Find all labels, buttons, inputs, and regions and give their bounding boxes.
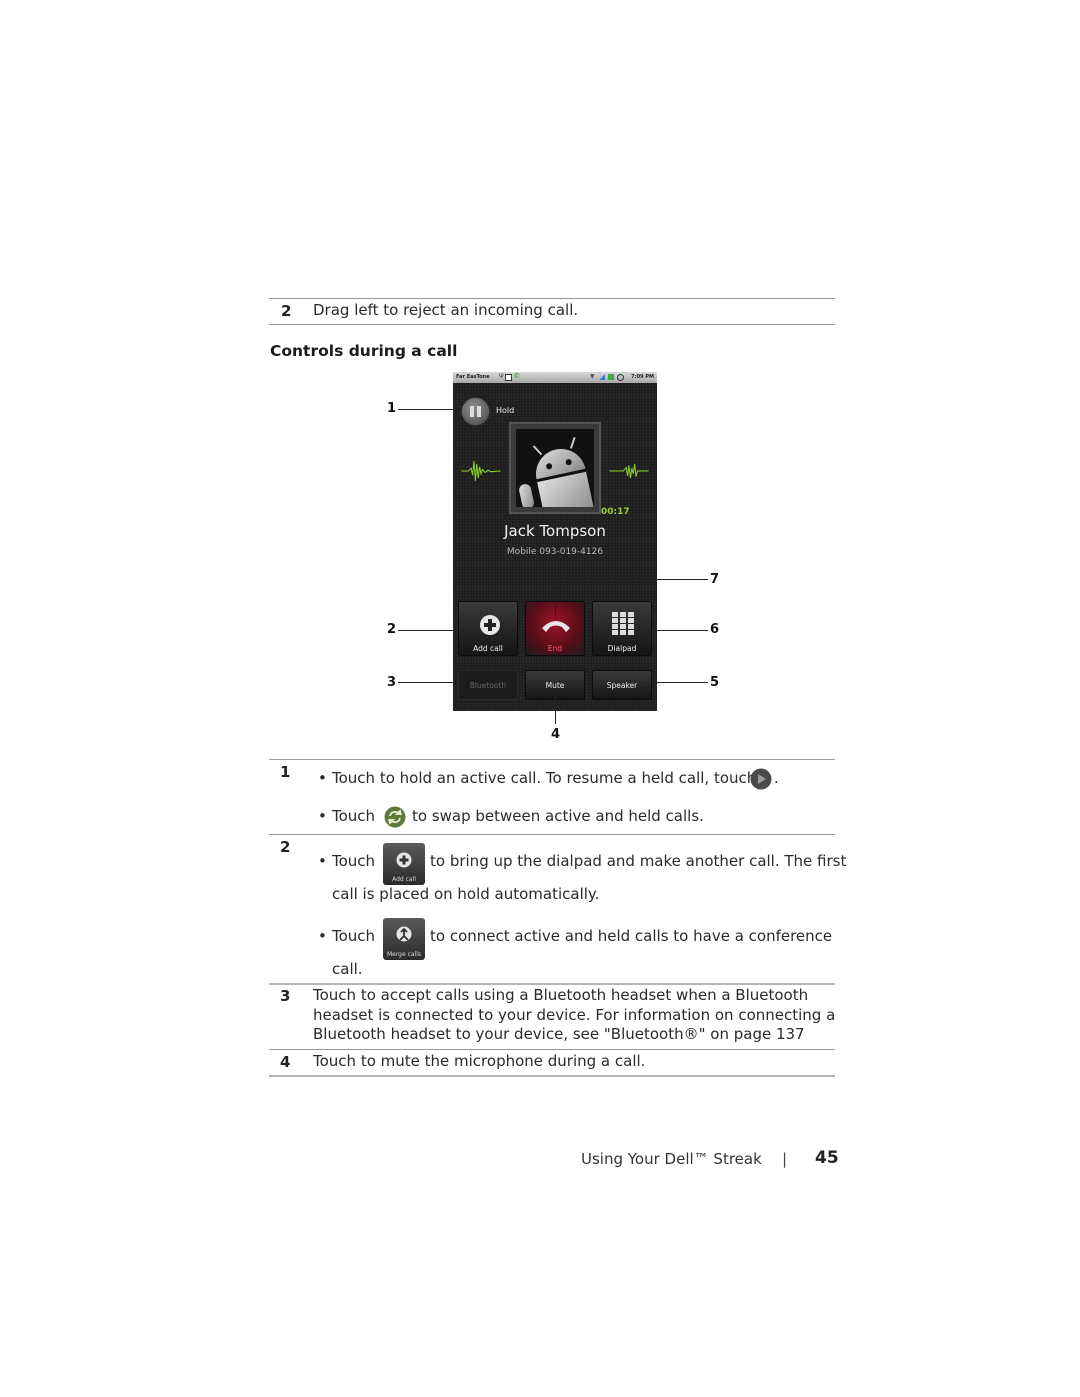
- row2-bullet1-cont: call is placed on hold automatically.: [332, 885, 600, 903]
- hold-button[interactable]: [461, 397, 490, 426]
- table-bottom-rule: [269, 324, 835, 325]
- row-number: 4: [280, 1053, 291, 1071]
- merge-calls-icon: Merge calls: [383, 918, 425, 960]
- add-call-label: Add call: [473, 644, 503, 653]
- end-label: End: [547, 644, 563, 653]
- wifi-icon: ▼: [590, 373, 595, 380]
- callout-5: 5: [710, 675, 720, 690]
- merge-calls-icon-label: Merge calls: [386, 951, 422, 958]
- section-heading: Controls during a call: [270, 342, 458, 360]
- table-rule: [269, 759, 835, 760]
- table-top-rule: [269, 298, 835, 299]
- add-call-icon-label: Add call: [392, 876, 416, 883]
- merge-icon: [396, 926, 412, 942]
- bullet: •: [318, 852, 327, 870]
- row-text: Drag left to reject an incoming call.: [313, 301, 579, 319]
- row1-bullet1-text: Touch to hold an active call. To resume …: [332, 769, 757, 787]
- call-icon: ✆: [514, 372, 520, 380]
- callout-6: 6: [710, 622, 720, 637]
- swap-calls-icon: [384, 806, 406, 828]
- android-robot-icon: [516, 429, 594, 507]
- row2-bullet1-post: to bring up the dialpad and make another…: [430, 852, 847, 870]
- bluetooth-button[interactable]: Bluetooth: [458, 670, 518, 700]
- row3-line1: Touch to accept calls using a Bluetooth …: [313, 986, 809, 1004]
- row2-bullet2-post: to connect active and held calls to have…: [430, 927, 833, 945]
- table-bottom-rule: [269, 1075, 835, 1077]
- callout-2: 2: [387, 622, 397, 637]
- row-number: 1: [280, 763, 291, 781]
- callout-line-4: [555, 692, 556, 724]
- callout-line-3: [398, 682, 466, 683]
- callout-7: 7: [710, 572, 720, 587]
- dialpad-button[interactable]: Dialpad: [592, 601, 652, 656]
- bluetooth-label: Bluetooth: [469, 681, 507, 690]
- bullet: •: [318, 807, 327, 825]
- mute-label: Mute: [545, 681, 565, 690]
- dialpad-icon: [612, 612, 634, 635]
- callout-4: 4: [551, 727, 561, 742]
- page-number: 45: [815, 1148, 839, 1168]
- row3-line2: headset is connected to your device. For…: [313, 1006, 836, 1024]
- add-call-icon: Add call: [383, 843, 425, 885]
- status-time: 7:09 PM: [631, 374, 654, 380]
- voice-waveform-right: [609, 463, 649, 479]
- row-number: 3: [280, 987, 291, 1005]
- callout-line-7-h: [555, 579, 708, 580]
- row-number: 2: [280, 838, 291, 856]
- row1-bullet2-pre: Touch: [332, 807, 376, 825]
- table-rule: [269, 983, 835, 985]
- row2-bullet1-pre: Touch: [332, 852, 376, 870]
- add-call-button[interactable]: Add call: [458, 601, 518, 656]
- row-number: 2: [281, 302, 292, 320]
- table-rule: [269, 834, 835, 835]
- speaker-button[interactable]: Speaker: [592, 670, 652, 700]
- row1-bullet2-post: to swap between active and held calls.: [412, 807, 704, 825]
- add-icon: [396, 852, 412, 868]
- footer-title: Using Your Dell™ Streak: [581, 1150, 762, 1168]
- contact-avatar: [509, 422, 601, 514]
- callout-line-7-v: [555, 579, 556, 617]
- callout-line-2: [398, 630, 466, 631]
- voice-waveform-left: [461, 461, 501, 481]
- hold-label: Hold: [496, 406, 515, 415]
- callout-3: 3: [387, 675, 397, 690]
- bullet: •: [318, 769, 327, 787]
- caller-name: Jack Tompson: [504, 522, 606, 540]
- row4-text: Touch to mute the microphone during a ca…: [313, 1052, 646, 1070]
- resume-play-icon: [750, 768, 772, 790]
- row2-bullet2-cont: call.: [332, 960, 363, 978]
- sd-card-icon: [505, 374, 512, 381]
- callout-line-5: [638, 682, 708, 683]
- hang-up-icon: [542, 621, 570, 632]
- bullet: •: [318, 927, 327, 945]
- dialpad-label: Dialpad: [607, 644, 637, 653]
- battery-icon: [608, 374, 614, 380]
- carrier-label: Far EasTone: [456, 374, 490, 380]
- alarm-icon: [617, 374, 624, 381]
- caller-number: Mobile 093-019-4126: [506, 547, 604, 557]
- pause-icon: [477, 406, 481, 417]
- row2-bullet2-pre: Touch: [332, 927, 376, 945]
- phone-screenshot: Far EasTone Ψ ✆ ▼ 7:09 PM Hold 00:17 Jac…: [453, 372, 657, 711]
- call-timer: 00:17: [601, 507, 630, 517]
- pause-icon: [470, 406, 474, 417]
- callout-line-1: [398, 409, 462, 410]
- period: .: [774, 769, 779, 787]
- callout-line-6: [638, 630, 708, 631]
- android-robot-graphic: [519, 437, 594, 507]
- add-icon: [480, 615, 500, 635]
- callout-1: 1: [387, 401, 397, 416]
- footer-separator: |: [782, 1150, 788, 1168]
- row3-line3: Bluetooth headset to your device, see "B…: [313, 1025, 805, 1043]
- table-rule: [269, 1049, 835, 1050]
- status-bar: Far EasTone Ψ ✆ ▼ 7:09 PM: [453, 372, 657, 383]
- signal-icon: [599, 374, 605, 380]
